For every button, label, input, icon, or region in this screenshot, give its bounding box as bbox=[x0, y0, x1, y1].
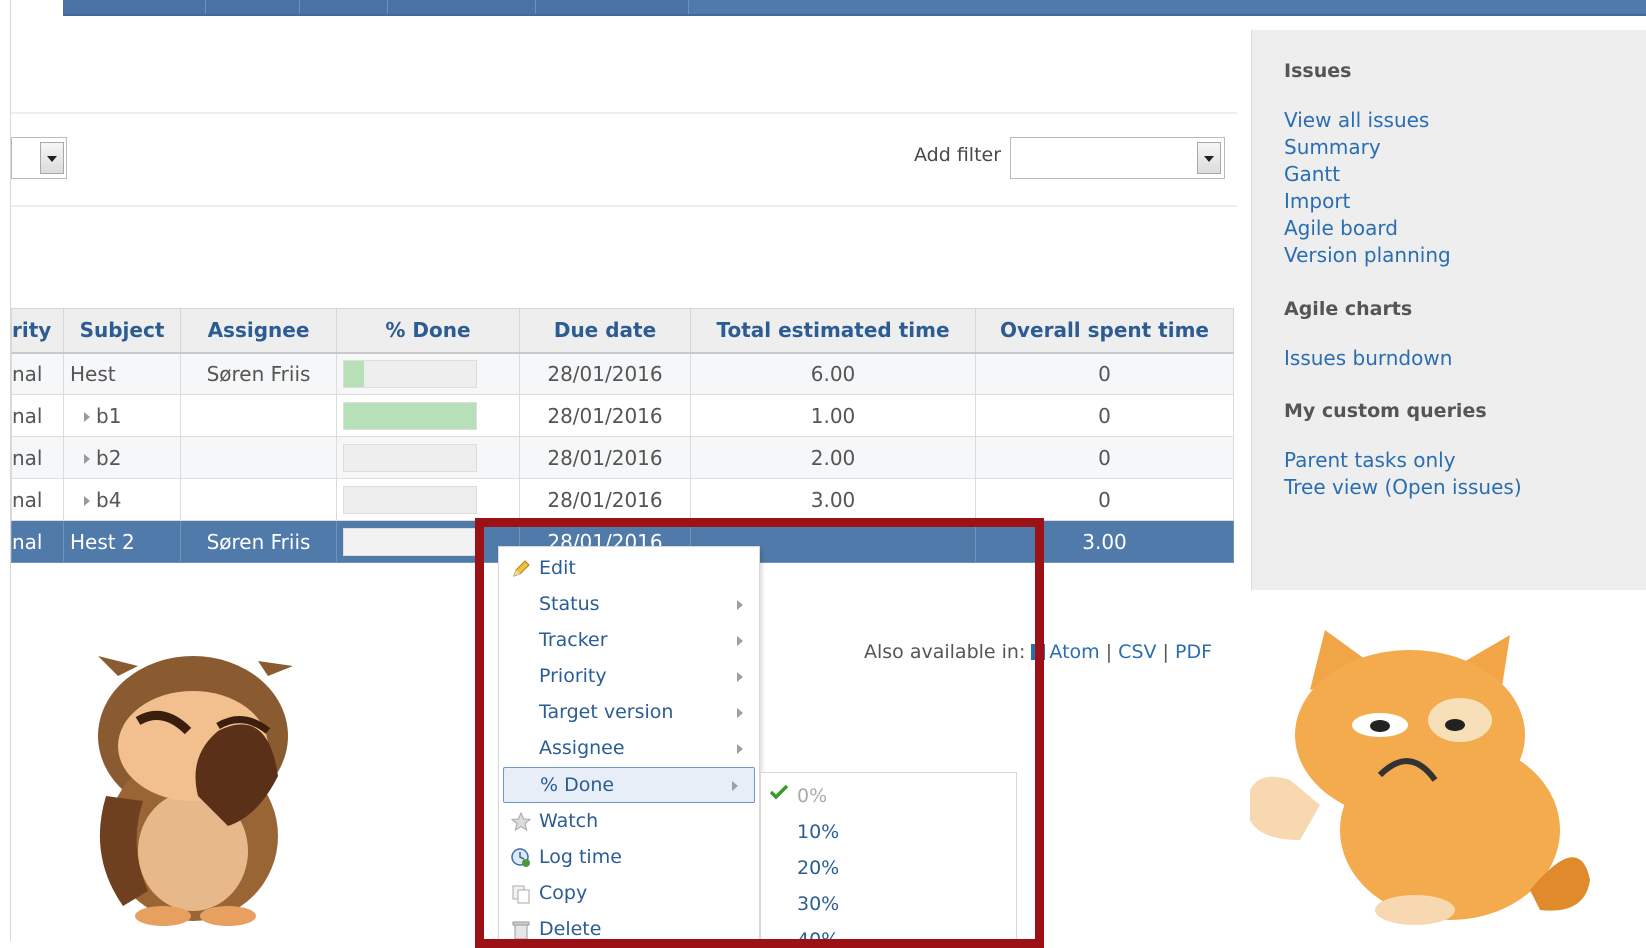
cat-thumbs-down-sticker bbox=[1250, 630, 1590, 925]
filter-select[interactable] bbox=[11, 137, 67, 179]
table-header-row: rity Subject Assignee % Done Due date To… bbox=[11, 308, 1234, 354]
add-filter-label: Add filter bbox=[914, 144, 1002, 166]
left-frame-edge bbox=[0, 0, 11, 941]
table-row[interactable]: nal Hest Søren Friis 28/01/2016 6.00 0 bbox=[11, 352, 1234, 395]
column-header-done[interactable]: % Done bbox=[336, 308, 520, 354]
priority-cell: nal bbox=[11, 352, 64, 395]
subject-cell[interactable]: b1 bbox=[63, 394, 181, 437]
spent-time-cell: 0 bbox=[975, 394, 1234, 437]
done-cell bbox=[336, 478, 520, 521]
sidebar-agile-title: Agile charts bbox=[1284, 298, 1413, 320]
assignee-cell[interactable]: Søren Friis bbox=[180, 352, 337, 395]
total-estimated-cell: 1.00 bbox=[690, 394, 976, 437]
priority-cell: nal bbox=[11, 436, 64, 479]
sidebar-custom-queries-title: My custom queries bbox=[1284, 400, 1487, 422]
sidebar-issues-title: Issues bbox=[1284, 60, 1352, 82]
tree-arrow-icon bbox=[84, 496, 90, 506]
highlight-frame bbox=[475, 518, 1044, 948]
table-row[interactable]: nal b2 28/01/2016 2.00 0 bbox=[11, 436, 1234, 479]
chevron-down-icon[interactable] bbox=[40, 142, 64, 174]
subject-link[interactable]: b2 bbox=[96, 446, 121, 470]
due-date-cell: 28/01/2016 bbox=[519, 352, 691, 395]
sidebar-link-issues-burndown[interactable]: Issues burndown bbox=[1284, 346, 1452, 370]
subject-cell[interactable]: b2 bbox=[63, 436, 181, 479]
priority-cell: nal bbox=[11, 520, 64, 563]
total-estimated-cell: 2.00 bbox=[690, 436, 976, 479]
sidebar-link-summary[interactable]: Summary bbox=[1284, 135, 1381, 159]
subject-cell[interactable]: Hest bbox=[63, 352, 181, 395]
due-date-cell: 28/01/2016 bbox=[519, 394, 691, 437]
chevron-down-icon[interactable] bbox=[1197, 142, 1221, 174]
sidebar-link-parent-tasks-only[interactable]: Parent tasks only bbox=[1284, 448, 1456, 472]
sidebar-link-version-planning[interactable]: Version planning bbox=[1284, 243, 1451, 267]
subject-link[interactable]: Hest 2 bbox=[70, 530, 135, 554]
subject-cell[interactable]: b4 bbox=[63, 478, 181, 521]
owl-facepalm-sticker bbox=[98, 656, 293, 926]
export-atom-link[interactable]: Atom bbox=[1049, 641, 1099, 663]
total-estimated-cell: 6.00 bbox=[690, 352, 976, 395]
subject-link[interactable]: b1 bbox=[96, 404, 121, 428]
export-csv-link[interactable]: CSV bbox=[1118, 641, 1156, 663]
progress-fill bbox=[344, 402, 476, 429]
sidebar: Issues View all issues Summary Gantt Imp… bbox=[1251, 30, 1646, 590]
subject-cell[interactable]: Hest 2 bbox=[63, 520, 181, 563]
sidebar-link-tree-view[interactable]: Tree view (Open issues) bbox=[1284, 475, 1522, 499]
sidebar-link-gantt[interactable]: Gantt bbox=[1284, 162, 1340, 186]
column-header-priority[interactable]: rity bbox=[11, 308, 64, 354]
spent-time-cell: 0 bbox=[975, 436, 1234, 479]
done-cell bbox=[336, 352, 520, 395]
subject-link[interactable]: b4 bbox=[96, 488, 121, 512]
assignee-cell bbox=[180, 478, 337, 521]
tree-arrow-icon bbox=[84, 454, 90, 464]
done-cell bbox=[336, 436, 520, 479]
done-cell bbox=[336, 394, 520, 437]
divider bbox=[11, 112, 1237, 114]
due-date-cell: 28/01/2016 bbox=[519, 478, 691, 521]
due-date-cell: 28/01/2016 bbox=[519, 436, 691, 479]
spent-time-cell: 0 bbox=[975, 352, 1234, 395]
column-header-overall-spent-time[interactable]: Overall spent time bbox=[975, 308, 1234, 354]
top-menu-bar bbox=[63, 0, 1646, 16]
progress-bar bbox=[343, 443, 477, 472]
progress-fill bbox=[344, 360, 364, 387]
assignee-cell[interactable]: Søren Friis bbox=[180, 520, 337, 563]
total-estimated-cell: 3.00 bbox=[690, 478, 976, 521]
table-row[interactable]: nal b4 28/01/2016 3.00 0 bbox=[11, 478, 1234, 521]
progress-bar bbox=[343, 527, 477, 556]
progress-bar bbox=[343, 485, 477, 514]
column-header-total-estimated-time[interactable]: Total estimated time bbox=[690, 308, 976, 354]
divider bbox=[11, 205, 1237, 207]
sidebar-link-view-all-issues[interactable]: View all issues bbox=[1284, 108, 1429, 132]
priority-cell: nal bbox=[11, 394, 64, 437]
table-row[interactable]: nal b1 28/01/2016 1.00 0 bbox=[11, 394, 1234, 437]
column-header-subject[interactable]: Subject bbox=[63, 308, 181, 354]
add-filter-select[interactable] bbox=[1010, 137, 1225, 179]
priority-cell: nal bbox=[11, 478, 64, 521]
subject-link[interactable]: Hest bbox=[70, 362, 116, 386]
progress-bar bbox=[343, 401, 477, 430]
separator: | bbox=[1162, 641, 1169, 663]
column-header-assignee[interactable]: Assignee bbox=[180, 308, 337, 354]
progress-bar bbox=[343, 359, 477, 388]
separator: | bbox=[1105, 641, 1113, 663]
sidebar-link-agile-board[interactable]: Agile board bbox=[1284, 216, 1398, 240]
assignee-cell bbox=[180, 394, 337, 437]
sidebar-link-import[interactable]: Import bbox=[1284, 189, 1350, 213]
tree-arrow-icon bbox=[84, 412, 90, 422]
column-header-due-date[interactable]: Due date bbox=[519, 308, 691, 354]
spent-time-cell: 0 bbox=[975, 478, 1234, 521]
assignee-cell bbox=[180, 436, 337, 479]
export-pdf-link[interactable]: PDF bbox=[1175, 641, 1212, 663]
